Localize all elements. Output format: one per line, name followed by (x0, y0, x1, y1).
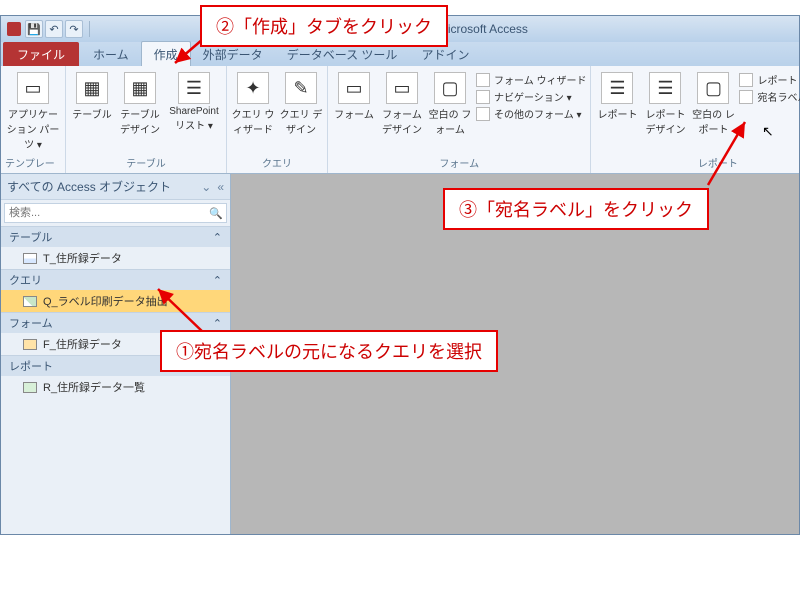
label: テーブル (9, 229, 52, 245)
reports-more-list: レポート ウィザー 宛名ラベル (739, 70, 800, 104)
label: フォーム ウィザード (494, 72, 586, 87)
nav-category-tables[interactable]: テーブル ⌃ (1, 226, 230, 247)
save-icon: 💾 (27, 23, 41, 36)
label: フォーム デザイン (380, 106, 424, 136)
report-design-button[interactable]: ☰レポート デザイン (643, 70, 687, 138)
label: フォーム (334, 106, 374, 121)
callout-step3: ③「宛名ラベル」をクリック (443, 188, 709, 230)
form-object-icon (23, 339, 37, 350)
qat-divider (89, 21, 90, 37)
label: SharePoint リスト ▾ (166, 106, 222, 132)
access-app-icon (7, 22, 21, 36)
group-label: クエリ (262, 153, 292, 173)
navigation-button[interactable]: ナビゲーション ▾ (476, 89, 586, 104)
qat-undo-button[interactable]: ↶ (45, 20, 63, 38)
label: テーブル デザイン (118, 106, 162, 136)
label: F_住所録データ (43, 336, 122, 352)
table-design-button[interactable]: ▦テーブル デザイン (118, 70, 162, 138)
table-design-icon: ▦ (124, 72, 156, 104)
application-parts-icon: ▭ (17, 72, 49, 104)
group-label: テーブル (126, 153, 165, 173)
app-window: 💾 ↶ ↷ 2007 - 2010) - Microsoft Access ファ… (0, 15, 800, 535)
form-wizard-button[interactable]: フォーム ウィザード (476, 72, 586, 87)
qat-save-button[interactable]: 💾 (25, 20, 43, 38)
table-object-icon (23, 253, 37, 264)
query-object-icon (23, 296, 37, 307)
query-design-button[interactable]: ✎クエリ デザイン (279, 70, 323, 138)
label: その他のフォーム ▾ (494, 106, 582, 121)
label: 空白の フォーム (428, 106, 472, 136)
query-design-icon: ✎ (285, 72, 317, 104)
label: レポート (9, 358, 53, 374)
labels-button[interactable]: 宛名ラベル (739, 89, 800, 104)
chevron-icon: ⌃ (213, 231, 222, 244)
form-wizard-icon (476, 73, 490, 87)
label: ナビゲーション ▾ (494, 89, 572, 104)
report-icon: ☰ (601, 72, 633, 104)
report-object-icon (23, 382, 37, 393)
labels-icon (739, 90, 753, 104)
query-wizard-icon: ✦ (237, 72, 269, 104)
more-forms-button[interactable]: その他のフォーム ▾ (476, 106, 586, 121)
collapse-icon[interactable]: « (217, 180, 224, 194)
report-design-icon: ☰ (649, 72, 681, 104)
label: R_住所録データ一覧 (43, 379, 145, 395)
nav-item-report[interactable]: R_住所録データ一覧 (1, 376, 230, 398)
label: クエリ デザイン (279, 106, 323, 136)
chevron-down-icon: ⌄ (201, 180, 211, 194)
label: アプリケーション パーツ ▾ (5, 106, 61, 151)
tab-file[interactable]: ファイル (3, 42, 79, 66)
ribbon-group-templates: ▭ アプリケーション パーツ ▾ テンプレート (1, 66, 66, 173)
redo-icon: ↷ (69, 23, 78, 36)
form-button[interactable]: ▭ フォーム (332, 70, 376, 123)
label: レポート デザイン (643, 106, 687, 136)
label: Q_ラベル印刷データ抽出 (43, 293, 168, 309)
nav-pane-title: すべての Access オブジェクト (7, 178, 171, 195)
query-wizard-button[interactable]: ✦クエリ ウィザード (231, 70, 275, 138)
table-icon: ▦ (76, 72, 108, 104)
tab-home[interactable]: ホーム (81, 42, 141, 66)
form-design-button[interactable]: ▭フォーム デザイン (380, 70, 424, 138)
group-label: フォーム (439, 153, 479, 173)
report-button[interactable]: ☰ レポート (595, 70, 639, 123)
label: T_住所録データ (43, 250, 122, 266)
undo-icon: ↶ (49, 23, 58, 36)
nav-search-box[interactable]: 🔍 (4, 203, 227, 223)
ribbon: ▭ アプリケーション パーツ ▾ テンプレート ▦テーブル ▦テーブル デザイン… (1, 66, 799, 174)
label: レポート (597, 106, 637, 121)
qat-redo-button[interactable]: ↷ (65, 20, 83, 38)
report-wizard-button[interactable]: レポート ウィザー (739, 72, 800, 87)
ribbon-group-queries: ✦クエリ ウィザード ✎クエリ デザイン クエリ (227, 66, 328, 173)
navigation-icon (476, 90, 490, 104)
blank-form-icon: ▢ (434, 72, 466, 104)
blank-form-button[interactable]: ▢空白の フォーム (428, 70, 472, 138)
ribbon-group-forms: ▭フォーム ▭フォーム デザイン ▢空白の フォーム フォーム ウィザード ナビ… (328, 66, 591, 173)
label: 宛名ラベル (757, 89, 800, 104)
label: フォーム (9, 315, 53, 331)
more-forms-icon (476, 107, 490, 121)
search-icon: 🔍 (206, 204, 226, 222)
label: レポート ウィザー (757, 72, 800, 87)
label: クエリ (9, 272, 42, 288)
table-button[interactable]: ▦ テーブル (70, 70, 114, 123)
nav-item-table[interactable]: T_住所録データ (1, 247, 230, 269)
form-design-icon: ▭ (386, 72, 418, 104)
callout-step2: ②「作成」タブをクリック (200, 5, 448, 47)
nav-pane-header[interactable]: すべての Access オブジェクト ⌄ « (1, 174, 230, 200)
report-wizard-icon (739, 73, 753, 87)
cursor-icon: ↖ (762, 123, 774, 140)
ribbon-group-reports: ☰レポート ☰レポート デザイン ▢空白の レポート レポート ウィザー 宛名ラ… (591, 66, 800, 173)
callout-step1: ①宛名ラベルの元になるクエリを選択 (160, 330, 498, 372)
form-icon: ▭ (338, 72, 370, 104)
label: テーブル (72, 106, 111, 121)
forms-more-list: フォーム ウィザード ナビゲーション ▾ その他のフォーム ▾ (476, 70, 586, 121)
blank-report-icon: ▢ (697, 72, 729, 104)
search-input[interactable] (5, 204, 206, 222)
application-parts-button[interactable]: ▭ アプリケーション パーツ ▾ (5, 70, 61, 153)
label: クエリ ウィザード (231, 106, 275, 136)
